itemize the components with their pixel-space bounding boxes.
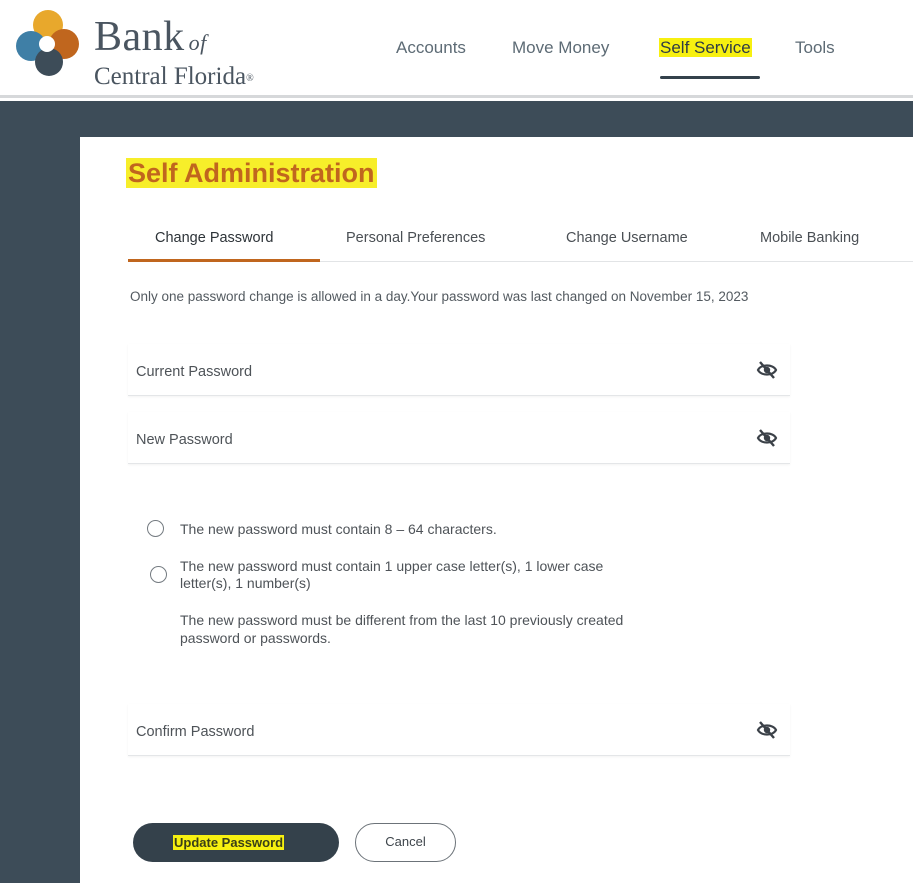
eye-slash-icon[interactable] — [756, 720, 778, 740]
update-password-button[interactable]: Update Password — [133, 823, 339, 862]
left-sidebar-band — [0, 101, 80, 883]
bank-logo-icon[interactable] — [14, 8, 80, 78]
rule-composition-indicator — [150, 566, 167, 583]
nav-move-money[interactable]: Move Money — [512, 38, 609, 58]
eye-slash-icon[interactable] — [756, 428, 778, 448]
confirm-password-field[interactable]: Confirm Password — [128, 704, 790, 756]
update-password-label: Update Password — [173, 835, 285, 850]
nav-active-indicator — [660, 76, 760, 79]
page-title: Self Administration — [126, 158, 377, 189]
rule-composition-text-1: The new password must contain 1 upper ca… — [180, 558, 604, 574]
current-password-field[interactable]: Current Password — [128, 344, 790, 396]
tab-mobile-banking[interactable]: Mobile Banking — [760, 230, 859, 246]
tab-personal-preferences[interactable]: Personal Preferences — [346, 230, 485, 246]
password-change-notice: Only one password change is allowed in a… — [130, 289, 749, 304]
nav-self-service-label: Self Service — [659, 38, 752, 57]
new-password-label: New Password — [136, 432, 233, 448]
nav-self-service[interactable]: Self Service — [659, 38, 752, 58]
settings-tabs: Change Password Personal Preferences Cha… — [128, 222, 913, 262]
nav-tools[interactable]: Tools — [795, 38, 835, 58]
new-password-field[interactable]: New Password — [128, 412, 790, 464]
rule-composition-text-2: letter(s), 1 number(s) — [180, 575, 311, 591]
brand-line2: Central Florida — [94, 63, 247, 90]
brand-line1: Bank — [94, 14, 185, 60]
nav-accounts[interactable]: Accounts — [396, 38, 466, 58]
confirm-password-label: Confirm Password — [136, 724, 255, 740]
active-tab-indicator — [128, 259, 320, 262]
page-title-text: Self Administration — [126, 158, 377, 188]
brand-of: of — [188, 30, 207, 55]
eye-slash-icon[interactable] — [756, 360, 778, 380]
rule-history-text-1: The new password must be different from … — [180, 612, 624, 628]
top-banner-band — [80, 101, 913, 137]
brand-name[interactable]: Bank of Central Florida® — [94, 16, 254, 90]
registered-mark: ® — [246, 73, 254, 84]
current-password-label: Current Password — [136, 364, 253, 380]
tab-change-username[interactable]: Change Username — [566, 230, 688, 246]
rule-length-text: The new password must contain 8 – 64 cha… — [180, 521, 497, 537]
tab-change-password[interactable]: Change Password — [155, 230, 274, 246]
rule-history-text-2: password or passwords. — [180, 630, 331, 646]
cancel-button[interactable]: Cancel — [355, 823, 456, 862]
top-header: Bank of Central Florida® Accounts Move Mo… — [0, 0, 913, 98]
rule-length-indicator — [147, 520, 164, 537]
